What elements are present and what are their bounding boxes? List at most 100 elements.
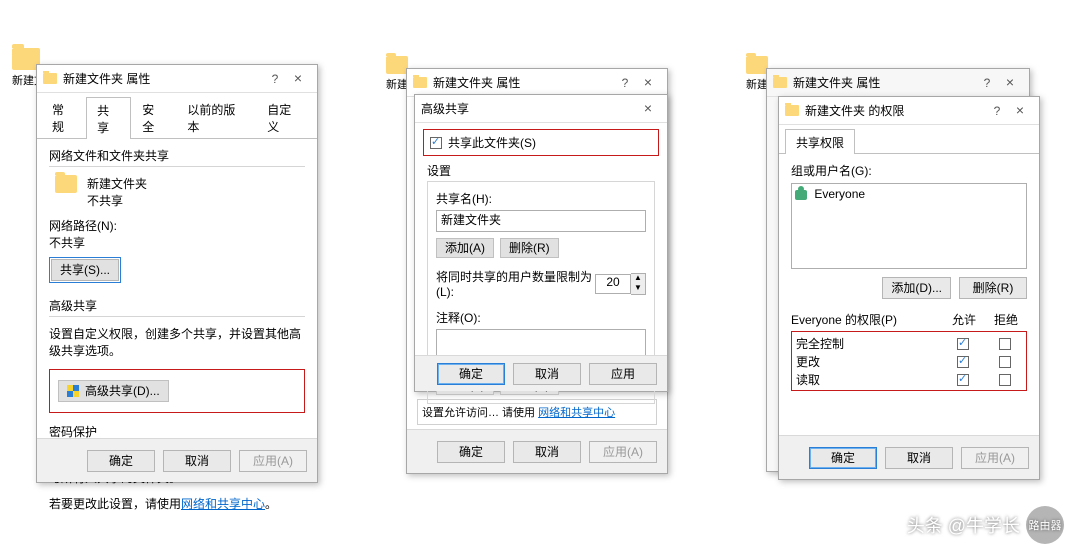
- ok-button[interactable]: 确定: [437, 441, 505, 463]
- allow-change-checkbox[interactable]: [957, 356, 969, 368]
- section-password-desc2-suffix: 。: [265, 497, 277, 511]
- titlebar[interactable]: 新建文件夹 属性 ? ×: [37, 65, 317, 93]
- apply-button[interactable]: 应用(A): [589, 441, 657, 463]
- user-limit-label: 将同时共享的用户数量限制为(L):: [436, 268, 595, 299]
- perm-row-change: 更改: [792, 352, 1026, 370]
- allow-read-checkbox[interactable]: [957, 374, 969, 386]
- cancel-button[interactable]: 取消: [513, 363, 581, 385]
- help-icon[interactable]: ?: [615, 76, 635, 90]
- close-icon[interactable]: ×: [635, 74, 661, 92]
- cancel-button[interactable]: 取消: [513, 441, 581, 463]
- column-allow: 允许: [943, 311, 985, 328]
- allow-full-control-checkbox[interactable]: [957, 338, 969, 350]
- network-sharing-center-link[interactable]: 网络和共享中心: [181, 497, 265, 511]
- deny-read-checkbox[interactable]: [999, 374, 1011, 386]
- titlebar[interactable]: 新建文件夹 属性 ? ×: [407, 69, 667, 97]
- help-icon[interactable]: ?: [265, 72, 285, 86]
- help-icon[interactable]: ?: [977, 76, 997, 90]
- dialog-footer: 确定 取消 应用(A): [37, 438, 317, 482]
- titlebar[interactable]: 高级共享 ×: [415, 95, 667, 123]
- ok-button[interactable]: 确定: [437, 363, 505, 385]
- ok-button[interactable]: 确定: [87, 450, 155, 472]
- back-bottom-text: 设置允许访问… 请使用: [422, 407, 535, 419]
- ok-button[interactable]: 确定: [809, 447, 877, 469]
- user-limit-value[interactable]: 20: [595, 274, 631, 294]
- close-icon[interactable]: ×: [997, 74, 1023, 92]
- folder-icon: [746, 56, 768, 74]
- watermark-badge: 路由器: [1026, 506, 1064, 544]
- share-name-label: 共享名(H):: [436, 190, 646, 207]
- dialog-title: 高级共享: [421, 100, 635, 117]
- share-this-folder-label: 共享此文件夹(S): [448, 134, 536, 151]
- network-path-value: 不共享: [49, 234, 305, 251]
- tab-security[interactable]: 安全: [131, 96, 176, 138]
- user-item-everyone[interactable]: Everyone: [795, 187, 1023, 201]
- section-advanced-sharing-title: 高级共享: [49, 297, 305, 314]
- deny-change-checkbox[interactable]: [999, 356, 1011, 368]
- watermark-text: 头条 @牛学长: [907, 512, 1020, 538]
- share-name-value: 新建文件夹: [441, 213, 501, 227]
- perm-name: 读取: [792, 371, 942, 388]
- share-this-folder-checkbox[interactable]: [430, 137, 442, 149]
- folder-icon: [413, 77, 427, 88]
- add-share-button[interactable]: 添加(A): [436, 238, 494, 258]
- cancel-button[interactable]: 取消: [885, 447, 953, 469]
- folder-icon: [386, 56, 408, 74]
- share-name-input[interactable]: 新建文件夹: [436, 210, 646, 232]
- remove-share-button[interactable]: 删除(R): [500, 238, 559, 258]
- add-user-button[interactable]: 添加(D)...: [882, 277, 951, 299]
- dialog-title: 新建文件夹 的权限: [805, 102, 987, 119]
- perm-row-read: 读取: [792, 370, 1026, 388]
- deny-full-control-checkbox[interactable]: [999, 338, 1011, 350]
- close-icon[interactable]: ×: [1007, 102, 1033, 120]
- shared-folder-name: 新建文件夹: [87, 175, 147, 192]
- close-icon[interactable]: ×: [285, 70, 311, 88]
- chevron-down-icon[interactable]: ▼: [631, 284, 645, 294]
- titlebar[interactable]: 新建文件夹 属性 ? ×: [767, 69, 1029, 97]
- tab-general[interactable]: 常规: [41, 96, 86, 138]
- cancel-button[interactable]: 取消: [163, 450, 231, 472]
- advanced-sharing-button-label: 高级共享(D)...: [85, 381, 160, 401]
- settings-label: 设置: [427, 162, 655, 179]
- user-listbox[interactable]: Everyone: [791, 183, 1027, 269]
- dialog-footer: 确定 取消 应用: [415, 355, 667, 391]
- share-button[interactable]: 共享(S)...: [51, 259, 119, 281]
- dialog-title: 新建文件夹 属性: [63, 70, 265, 87]
- watermark: 头条 @牛学长 路由器: [907, 506, 1064, 544]
- properties-dialog: 新建文件夹 属性 ? × 常规 共享 安全 以前的版本 自定义 网络文件和文件夹…: [36, 64, 318, 483]
- apply-button[interactable]: 应用(A): [961, 447, 1029, 469]
- close-icon[interactable]: ×: [635, 100, 661, 118]
- folder-icon: [43, 73, 57, 84]
- comment-label: 注释(O):: [436, 309, 646, 326]
- apply-button[interactable]: 应用(A): [239, 450, 307, 472]
- tab-customize[interactable]: 自定义: [256, 96, 313, 138]
- user-limit-spinner[interactable]: 20 ▲ ▼: [595, 273, 646, 295]
- network-sharing-center-link[interactable]: 网络和共享中心: [538, 407, 615, 419]
- group-usernames-label: 组或用户名(G):: [791, 162, 1027, 179]
- perm-name: 更改: [792, 353, 942, 370]
- folder-icon: [785, 105, 799, 116]
- user-item-label: Everyone: [814, 187, 865, 201]
- help-icon[interactable]: ?: [987, 104, 1007, 118]
- section-network-sharing-title: 网络文件和文件夹共享: [49, 147, 305, 164]
- chevron-up-icon[interactable]: ▲: [631, 274, 645, 284]
- users-icon: [795, 190, 807, 200]
- advanced-sharing-dialog: 高级共享 × 共享此文件夹(S) 设置 共享名(H): 新建文件夹 添加(A) …: [414, 94, 668, 392]
- shared-state: 不共享: [87, 192, 147, 209]
- tab-previous-versions[interactable]: 以前的版本: [176, 96, 256, 138]
- tab-share-permissions[interactable]: 共享权限: [785, 129, 855, 154]
- column-deny: 拒绝: [985, 311, 1027, 328]
- dialog-footer: 确定 取消 应用(A): [407, 429, 667, 473]
- folder-icon: [55, 175, 77, 193]
- folder-icon: [773, 77, 787, 88]
- advanced-sharing-button[interactable]: 高级共享(D)...: [58, 380, 169, 402]
- titlebar[interactable]: 新建文件夹 的权限 ? ×: [779, 97, 1039, 125]
- tab-bar: 常规 共享 安全 以前的版本 自定义: [37, 93, 317, 139]
- remove-user-button[interactable]: 删除(R): [959, 277, 1027, 299]
- dialog-title: 新建文件夹 属性: [433, 74, 615, 91]
- dialog-footer: 确定 取消 应用(A): [779, 435, 1039, 479]
- apply-button[interactable]: 应用: [589, 363, 657, 385]
- permissions-dialog: 新建文件夹 的权限 ? × 共享权限 组或用户名(G): Everyone 添加…: [778, 96, 1040, 480]
- tab-sharing[interactable]: 共享: [86, 97, 131, 139]
- shield-icon: [67, 385, 79, 397]
